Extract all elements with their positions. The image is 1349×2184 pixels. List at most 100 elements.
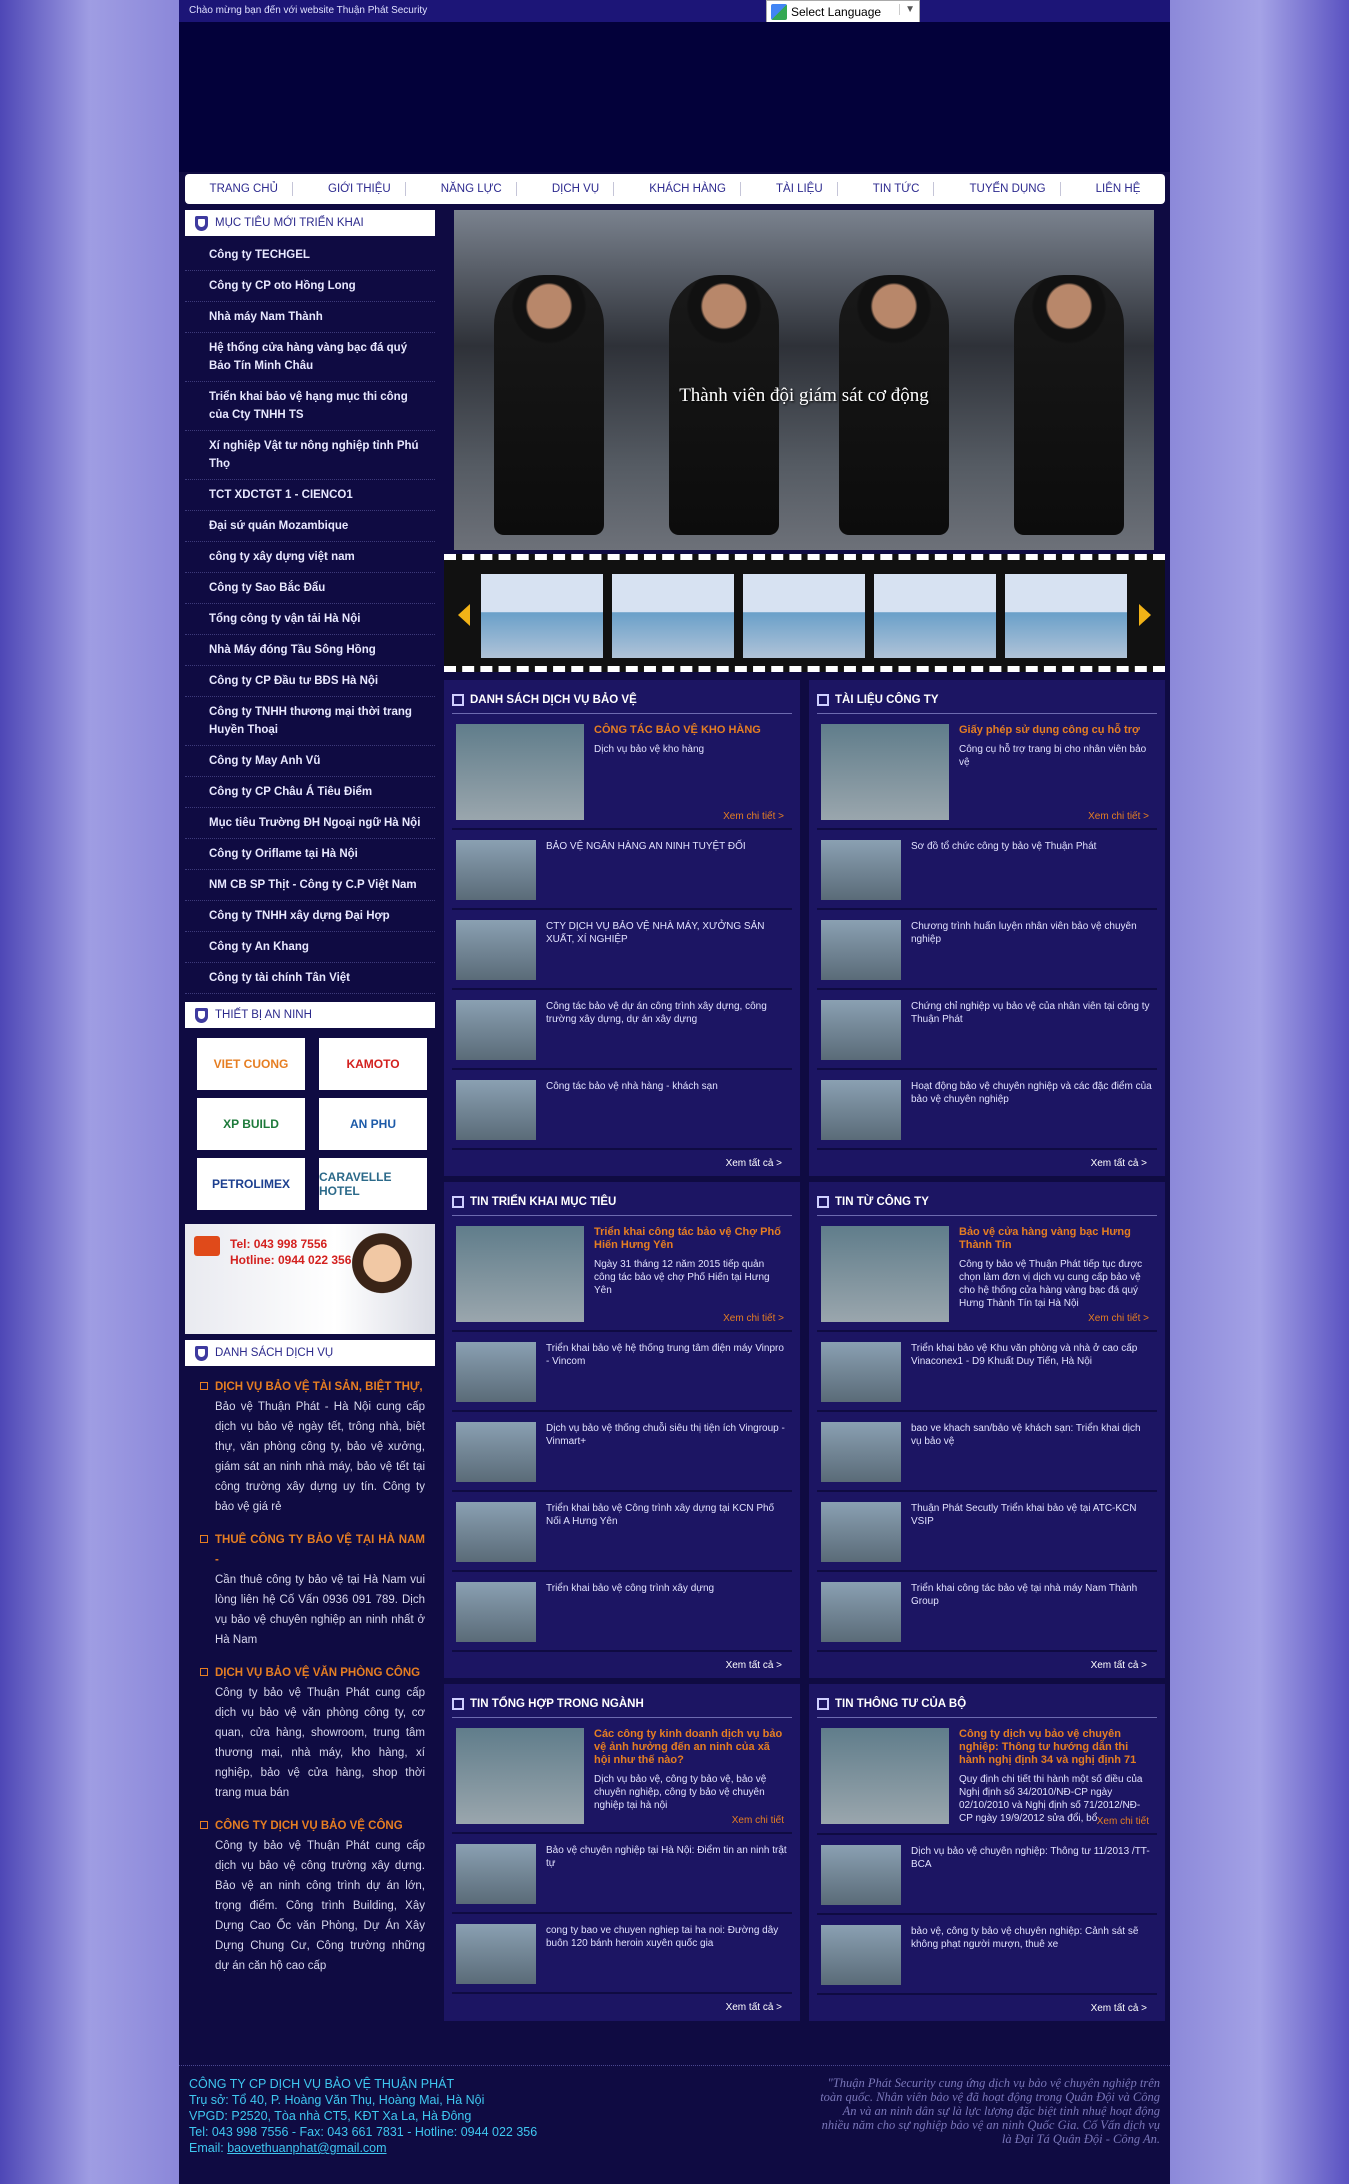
detail-link[interactable]: Xem chi tiết <box>1097 1816 1149 1827</box>
news-thumbnail[interactable] <box>821 1000 901 1060</box>
service-heading[interactable]: Dịch vụ Bảo Vệ Tài Sản, Biệt Thự, <box>215 1381 423 1393</box>
news-title[interactable]: Công tác bảo vệ dự án công trình xây dựn… <box>536 1000 788 1058</box>
see-all-link[interactable]: Xem tất cả > <box>452 1150 792 1176</box>
target-item[interactable]: Công ty CP Đầu tư BĐS Hà Nội <box>185 666 435 697</box>
target-item[interactable]: Mục tiêu Trường ĐH Ngoại ngữ Hà Nội <box>185 808 435 839</box>
service-item[interactable]: Dịch vụ Bảo Vệ Tài Sản, Biệt Thự, Bảo vệ … <box>195 1374 425 1527</box>
target-item[interactable]: Công ty CP oto Hồng Long <box>185 271 435 302</box>
see-all-link[interactable]: Xem tất cả > <box>817 1652 1157 1678</box>
target-item[interactable]: Công ty tài chính Tân Việt <box>185 963 435 994</box>
news-thumbnail[interactable] <box>456 1924 536 1984</box>
news-thumbnail[interactable] <box>821 1342 901 1402</box>
news-thumbnail[interactable] <box>456 1422 536 1482</box>
news-row[interactable]: CTY DỊCH VỤ BẢO VỆ NHÀ MÁY, XƯỞNG SẢN XU… <box>452 910 792 990</box>
featured-item[interactable]: Công ty dịch vụ bảo vệ chuyên nghiệp: Th… <box>817 1718 1157 1835</box>
thumbnail[interactable] <box>743 574 865 658</box>
thumbnail[interactable] <box>1005 574 1127 658</box>
featured-title[interactable]: Triển khai công tác bảo vệ Chợ Phố Hiến … <box>594 1226 788 1252</box>
news-row[interactable]: Công tác bảo vệ dự án công trình xây dựn… <box>452 990 792 1070</box>
news-thumbnail[interactable] <box>821 920 901 980</box>
news-row[interactable]: BẢO VỆ NGÂN HÀNG AN NINH TUYỆT ĐỐI <box>452 830 792 910</box>
target-item[interactable]: TCT XDCTGT 1 - CIENCO1 <box>185 480 435 511</box>
target-item[interactable]: Công ty Oriflame tại Hà Nội <box>185 839 435 870</box>
nav-item[interactable]: TUYỂN DỤNG <box>956 182 1061 196</box>
news-thumbnail[interactable] <box>456 1080 536 1140</box>
news-title[interactable]: Triển khai bảo vệ Công trình xây dựng tạ… <box>536 1502 788 1560</box>
featured-item[interactable]: Bảo vệ cửa hàng vàng bạc Hưng Thành Tín C… <box>817 1216 1157 1332</box>
news-title[interactable]: CTY DỊCH VỤ BẢO VỆ NHÀ MÁY, XƯỞNG SẢN XU… <box>536 920 788 978</box>
nav-item[interactable]: NĂNG LỰC <box>427 182 517 196</box>
target-item[interactable]: Hệ thống cửa hàng vàng bạc đá quý Bảo Tí… <box>185 333 435 382</box>
news-row[interactable]: Triển khai công tác bảo vệ tại nhà máy N… <box>817 1572 1157 1652</box>
news-thumbnail[interactable] <box>821 1422 901 1482</box>
news-thumbnail[interactable] <box>821 1502 901 1562</box>
target-item[interactable]: Xí nghiệp Vật tư nông nghiệp tỉnh Phú Th… <box>185 431 435 480</box>
see-all-link[interactable]: Xem tất cả > <box>817 1150 1157 1176</box>
target-item[interactable]: Công ty CP Châu Á Tiêu Điểm <box>185 777 435 808</box>
target-item[interactable]: Công ty Sao Bắc Đẩu <box>185 573 435 604</box>
device-logo[interactable]: PETROLIMEX <box>197 1158 305 1210</box>
thumbnail[interactable] <box>481 574 603 658</box>
featured-image[interactable] <box>456 1226 584 1322</box>
see-all-link[interactable]: Xem tất cả > <box>452 1994 792 2020</box>
target-item[interactable]: Công ty TECHGEL <box>185 240 435 271</box>
news-title[interactable]: Triển khai bảo vệ công trình xây dựng <box>536 1582 714 1640</box>
target-item[interactable]: Công ty May Anh Vũ <box>185 746 435 777</box>
news-title[interactable]: Hoạt động bảo vệ chuyên nghiệp và các đặ… <box>901 1080 1153 1138</box>
device-logo[interactable]: VIET CUONG <box>197 1038 305 1090</box>
news-row[interactable]: Triển khai bảo vệ hệ thống trung tâm điệ… <box>452 1332 792 1412</box>
hotline-banner[interactable]: Tel: 043 998 7556 Hotline: 0944 022 356 <box>185 1224 435 1334</box>
news-title[interactable]: Sơ đồ tổ chức công ty bảo vệ Thuận Phát <box>901 840 1096 898</box>
news-row[interactable]: Chứng chỉ nghiệp vụ bảo vệ của nhân viên… <box>817 990 1157 1070</box>
target-item[interactable]: Nhà Máy đóng Tầu Sông Hồng <box>185 635 435 666</box>
featured-item[interactable]: Giấy phép sử dụng công cụ hỗ trợ Công cụ … <box>817 714 1157 830</box>
nav-item[interactable]: TIN TỨC <box>859 182 935 196</box>
news-row[interactable]: cong ty bao ve chuyen nghiep tai ha noi:… <box>452 1914 792 1994</box>
featured-item[interactable]: Các công ty kinh doanh dịch vụ bảo vệ ản… <box>452 1718 792 1834</box>
featured-title[interactable]: Giấy phép sử dụng công cụ hỗ trợ <box>959 724 1153 737</box>
news-row[interactable]: bảo vệ, công ty bảo vệ chuyên nghiệp: Cả… <box>817 1915 1157 1995</box>
see-all-link[interactable]: Xem tất cả > <box>452 1652 792 1678</box>
nav-item[interactable]: GIỚI THIỆU <box>314 182 406 196</box>
news-thumbnail[interactable] <box>821 1925 901 1985</box>
device-logo[interactable]: KAMOTO <box>319 1038 427 1090</box>
news-row[interactable]: Triển khai bảo vệ Công trình xây dựng tạ… <box>452 1492 792 1572</box>
see-all-link[interactable]: Xem tất cả > <box>817 1995 1157 2021</box>
news-title[interactable]: Triển khai bảo vệ hệ thống trung tâm điệ… <box>536 1342 788 1400</box>
target-item[interactable]: Công ty TNHH xây dựng Đại Hợp <box>185 901 435 932</box>
news-row[interactable]: bao ve khach san/bảo vệ khách sạn: Triển… <box>817 1412 1157 1492</box>
service-item[interactable]: CÔNG TY DỊCH VỤ BẢO VỆ CÔNG Công ty bảo v… <box>195 1813 425 1986</box>
news-title[interactable]: BẢO VỆ NGÂN HÀNG AN NINH TUYỆT ĐỐI <box>536 840 746 898</box>
nav-item[interactable]: LIÊN HỆ <box>1082 182 1155 196</box>
detail-link[interactable]: Xem chi tiết > <box>723 811 784 822</box>
news-title[interactable]: Chương trình huấn luyện nhân viên bảo vệ… <box>901 920 1153 978</box>
service-item[interactable]: DỊCH VỤ BẢO VỆ VĂN PHÒNG CÔNG Công ty bảo… <box>195 1660 425 1813</box>
news-thumbnail[interactable] <box>456 1502 536 1562</box>
news-title[interactable]: Dịch vụ bảo vệ chuyên nghiệp: Thông tư 1… <box>901 1845 1153 1903</box>
featured-item[interactable]: CÔNG TÁC BẢO VỆ KHO HÀNG Dịch vụ bảo vệ k… <box>452 714 792 830</box>
thumbnail[interactable] <box>874 574 996 658</box>
news-title[interactable]: Bảo vệ chuyên nghiệp tại Hà Nội: Điểm ti… <box>536 1844 788 1902</box>
news-row[interactable]: Dịch vụ bảo vệ chuyên nghiệp: Thông tư 1… <box>817 1835 1157 1915</box>
detail-link[interactable]: Xem chi tiết > <box>1088 811 1149 822</box>
service-item[interactable]: THUÊ CÔNG TY BẢO VỆ TẠI HÀ NAM - Cần thuê… <box>195 1527 425 1660</box>
featured-title[interactable]: CÔNG TÁC BẢO VỆ KHO HÀNG <box>594 724 761 737</box>
device-logo[interactable]: XP BUILD <box>197 1098 305 1150</box>
news-row[interactable]: Công tác bảo vệ nhà hàng - khách sạn <box>452 1070 792 1150</box>
target-item[interactable]: NM CB SP Thịt - Công ty C.P Việt Nam <box>185 870 435 901</box>
news-title[interactable]: Dịch vụ bảo vệ thống chuỗi siêu thị tiện… <box>536 1422 788 1480</box>
service-heading[interactable]: CÔNG TY DỊCH VỤ BẢO VỆ CÔNG <box>215 1820 403 1832</box>
news-thumbnail[interactable] <box>821 1080 901 1140</box>
featured-image[interactable] <box>821 724 949 820</box>
news-thumbnail[interactable] <box>456 1582 536 1642</box>
news-title[interactable]: Thuận Phát Secutly Triển khai bảo vệ tại… <box>901 1502 1153 1560</box>
detail-link[interactable]: Xem chi tiết <box>732 1815 784 1826</box>
news-thumbnail[interactable] <box>821 1845 901 1905</box>
news-thumbnail[interactable] <box>456 1342 536 1402</box>
target-item[interactable]: Nhà máy Nam Thành <box>185 302 435 333</box>
featured-image[interactable] <box>456 724 584 820</box>
hero-slideshow[interactable]: Thành viên đội giám sát cơ động <box>454 210 1154 550</box>
thumbnail[interactable] <box>612 574 734 658</box>
featured-image[interactable] <box>821 1728 949 1824</box>
service-heading[interactable]: DỊCH VỤ BẢO VỆ VĂN PHÒNG CÔNG <box>215 1667 420 1679</box>
